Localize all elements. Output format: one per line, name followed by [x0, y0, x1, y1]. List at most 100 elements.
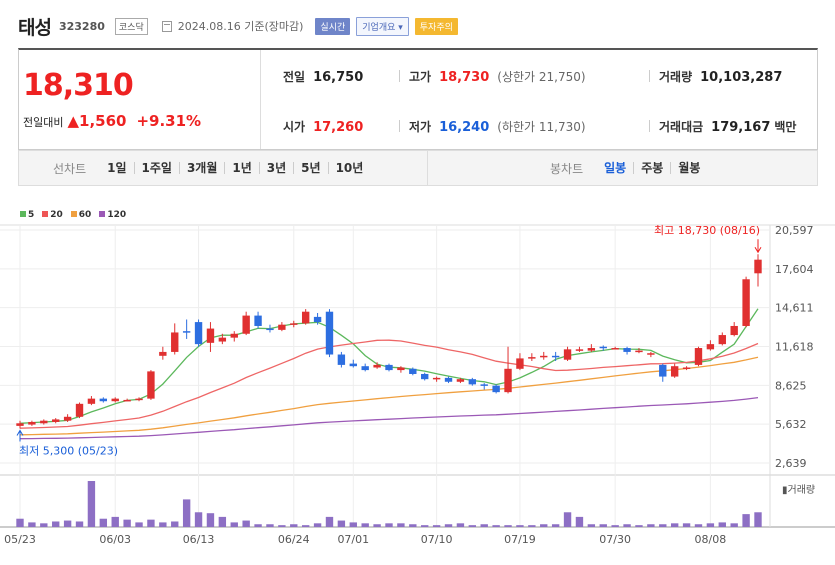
candle-body [599, 346, 607, 349]
candle-body [301, 311, 310, 324]
x-tick-label: 06/03 [99, 533, 131, 546]
volume-bar [754, 512, 762, 527]
candle-body [432, 377, 441, 380]
volume-bar [611, 525, 619, 527]
volume-bar [421, 525, 429, 527]
volume-bar [135, 522, 143, 527]
ma120-line [19, 396, 759, 440]
x-tick-label: 06/13 [183, 533, 215, 546]
x-tick-label: 07/19 [504, 533, 536, 546]
volume-bar [563, 512, 572, 527]
candle-body [718, 335, 726, 345]
candle-body [516, 358, 524, 369]
candle-body [397, 367, 405, 371]
candle-body [409, 368, 417, 374]
candle-body [540, 355, 548, 358]
y-tick-label: 8,625 [775, 379, 807, 392]
candle-body [63, 416, 72, 421]
volume-bar [123, 519, 131, 527]
volume-bar [16, 518, 24, 527]
volume-bar [647, 524, 655, 527]
candle-body [754, 259, 762, 274]
price-chart[interactable]: 20,597 17,604 14,611 11,618 8,625 5,632 2,639 0… [0, 0, 835, 565]
volume-bar [551, 524, 560, 527]
candle-body [171, 332, 179, 352]
candle-body [623, 348, 631, 352]
volume-bar [40, 523, 48, 527]
candle-body [611, 348, 619, 350]
x-tick-label: 05/23 [4, 533, 36, 546]
candle-body [147, 371, 155, 399]
volume-bar [730, 523, 738, 527]
volume-bar [409, 524, 417, 527]
volume-bar [63, 520, 72, 527]
volume-bar [242, 520, 250, 527]
high-annotation: 최고 18,730 (08/16) [654, 224, 760, 237]
y-tick-label: 5,632 [775, 418, 807, 431]
candle-body [635, 350, 643, 353]
candle-body [647, 353, 655, 355]
candle-body [230, 333, 238, 338]
candle-body [742, 279, 750, 326]
candle-body [337, 354, 346, 365]
volume-bar [75, 521, 84, 527]
volume-bar [373, 524, 381, 527]
volume-bar [528, 525, 536, 527]
volume-bar [492, 525, 500, 527]
volume-bar [706, 523, 715, 527]
candle-body [242, 315, 250, 334]
volume-bar [670, 523, 679, 527]
candle-body [16, 423, 24, 426]
volume-bar [159, 522, 167, 527]
x-tick-label: 07/10 [421, 533, 453, 546]
low-annotation: 최저 5,300 (05/23) [19, 444, 118, 457]
volume-bar [599, 524, 607, 527]
candle-body [480, 384, 488, 386]
candle-body [159, 351, 167, 356]
candle-body [361, 366, 369, 371]
candle-body [456, 379, 465, 382]
candle-body [444, 377, 453, 382]
volume-bar [397, 523, 405, 527]
volume-bar [194, 512, 203, 527]
volume-bar [206, 513, 215, 527]
candle-body [135, 398, 143, 401]
candle-body [40, 420, 48, 424]
candle-body [694, 348, 703, 365]
y-tick-label: 11,618 [775, 341, 814, 354]
candle-body [254, 315, 262, 326]
candle-body [266, 328, 274, 331]
candle-body [670, 366, 679, 377]
candle-body [730, 325, 738, 336]
candle-body [528, 357, 536, 359]
candle-body [290, 323, 298, 325]
volume-bar [444, 524, 453, 527]
y-tick-label: 2,639 [775, 457, 807, 470]
volume-bar [218, 516, 227, 527]
volume-bar [635, 525, 643, 527]
candle-body [111, 398, 119, 402]
candle-body [563, 349, 572, 360]
volume-bar [313, 523, 322, 527]
volume-bar [111, 516, 119, 527]
x-tick-label: 08/08 [695, 533, 727, 546]
volume-bar [325, 516, 334, 527]
volume-bar [659, 524, 667, 527]
volume-bar [28, 522, 36, 527]
volume-bar [290, 524, 298, 527]
x-tick-label: 07/01 [337, 533, 369, 546]
volume-bar [587, 524, 596, 527]
candle-body [218, 337, 227, 342]
volume-bar [385, 523, 393, 527]
volume-bar [456, 523, 465, 527]
candle-body [75, 403, 84, 417]
volume-bar [540, 524, 548, 527]
candle-body [373, 364, 381, 368]
volume-bar [52, 521, 60, 527]
candle-body [421, 373, 429, 380]
volume-bar [468, 525, 477, 527]
volume-bar [504, 525, 512, 527]
volume-bar [575, 516, 584, 527]
volume-bar [682, 523, 691, 527]
volume-bar [254, 524, 262, 527]
